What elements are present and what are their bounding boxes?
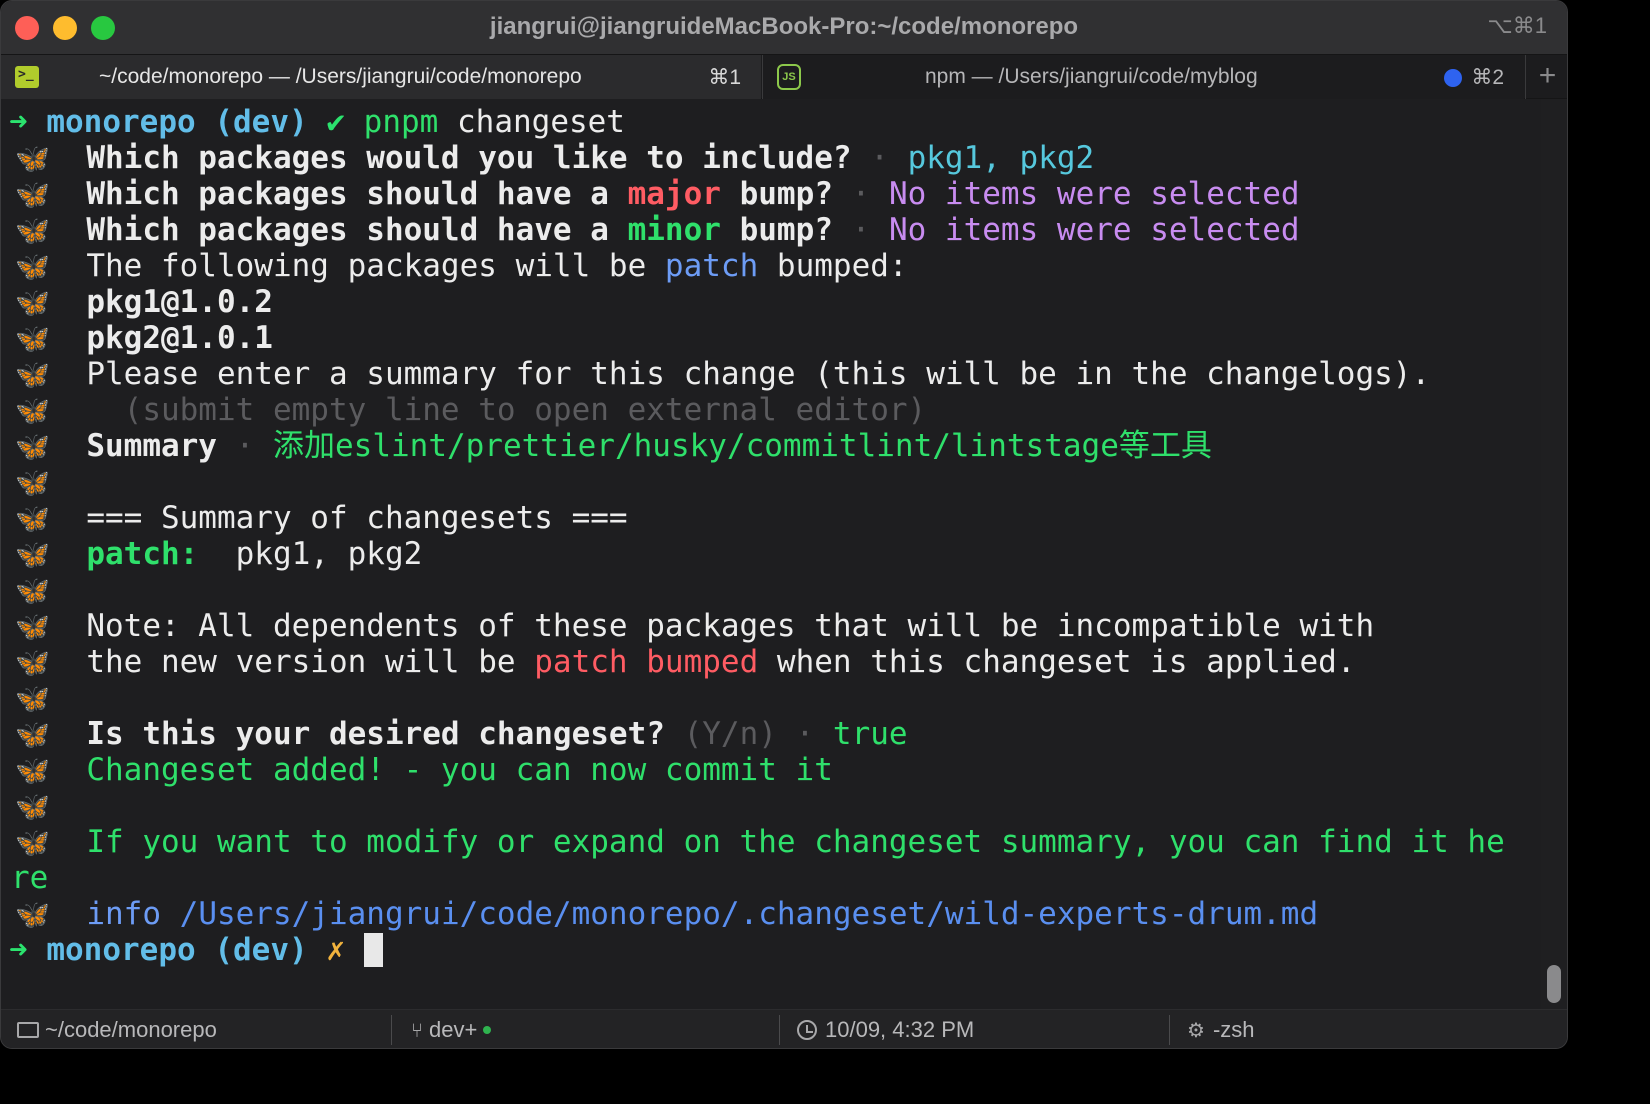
output-line: 🦋 info /Users/jiangrui/code/monorepo/.ch… (15, 896, 1319, 932)
butterfly-icon: 🦋 (15, 142, 50, 175)
output-line: 🦋 Which packages should have a minor bum… (15, 212, 1300, 248)
status-git-branch[interactable]: ⑂ dev+ (411, 1017, 492, 1043)
butterfly-icon: 🦋 (15, 826, 50, 859)
new-tab-button[interactable]: + (1525, 55, 1567, 100)
window-title: jiangrui@jiangruideMacBook-Pro:~/code/mo… (489, 13, 1079, 40)
output-line: re (11, 860, 49, 896)
terminal-icon (15, 66, 39, 88)
output-line: 🦋 Which packages should have a major bum… (15, 176, 1300, 212)
butterfly-icon: 🦋 (15, 574, 50, 607)
output-line: 🦋 (15, 680, 50, 716)
status-divider (1169, 1015, 1170, 1045)
output-line: 🦋 Note: All dependents of these packages… (15, 608, 1375, 644)
butterfly-icon: 🦋 (15, 286, 50, 319)
butterfly-icon: 🦋 (15, 790, 50, 823)
tab-monorepo[interactable]: ~/code/monorepo — /Users/jiangrui/code/m… (1, 55, 761, 100)
output-line: 🦋 (15, 788, 50, 824)
status-cwd[interactable]: ~/code/monorepo (17, 1017, 217, 1043)
prompt-line: ➜ monorepo (dev) ✗ (9, 932, 383, 968)
butterfly-icon: 🦋 (15, 682, 50, 715)
output-line: 🦋 the new version will be patch bumped w… (15, 644, 1356, 680)
process-icon: ⚙ (1187, 1020, 1205, 1042)
text-cursor (363, 933, 383, 967)
butterfly-icon: 🦋 (15, 898, 50, 931)
output-line: 🦋 The following packages will be patch b… (15, 248, 908, 284)
nodejs-icon: JS (777, 64, 801, 90)
status-bar: ~/code/monorepo ⑂ dev+ 10/09, 4:32 PM ⚙ -z… (1, 1009, 1567, 1048)
butterfly-icon: 🦋 (15, 466, 50, 499)
output-line: 🦋 Changeset added! - you can now commit … (15, 752, 833, 788)
butterfly-icon: 🦋 (15, 214, 50, 247)
prompt-line: ➜ monorepo (dev) ✔ pnpm changeset (9, 104, 625, 140)
status-divider (391, 1015, 392, 1045)
butterfly-icon: 🦋 (15, 178, 50, 211)
output-line: 🦋 (submit empty line to open external ed… (15, 392, 927, 428)
output-line: 🦋 Please enter a summary for this change… (15, 356, 1431, 392)
terminal-window: jiangrui@jiangruideMacBook-Pro:~/code/mo… (0, 0, 1568, 1049)
butterfly-icon: 🦋 (15, 610, 50, 643)
butterfly-icon: 🦋 (15, 718, 50, 751)
output-line: 🦋 (15, 572, 50, 608)
tab-myblog[interactable]: JS npm — /Users/jiangrui/code/myblog ⌘2 (762, 55, 1524, 100)
output-line: 🦋 (15, 464, 50, 500)
butterfly-icon: 🦋 (15, 358, 50, 391)
status-time: 10/09, 4:32 PM (797, 1017, 974, 1043)
output-line: 🦋 pkg2@1.0.1 (15, 320, 273, 356)
status-divider (779, 1015, 780, 1045)
butterfly-icon: 🦋 (15, 250, 50, 283)
butterfly-icon: 🦋 (15, 322, 50, 355)
tab-shortcut: ⌘1 (708, 66, 741, 89)
git-branch-icon: ⑂ (411, 1020, 423, 1042)
butterfly-icon: 🦋 (15, 394, 50, 427)
output-line: 🦋 Summary · 添加eslint/prettier/husky/comm… (15, 428, 1212, 464)
butterfly-icon: 🦋 (15, 502, 50, 535)
output-line: 🦋 pkg1@1.0.2 (15, 284, 273, 320)
output-line: 🦋 patch: pkg1, pkg2 (15, 536, 423, 572)
output-line: 🦋 Which packages would you like to inclu… (15, 140, 1095, 176)
butterfly-icon: 🦋 (15, 754, 50, 787)
scrollbar-thumb[interactable] (1547, 965, 1561, 1003)
clock-icon (797, 1020, 817, 1040)
tab-label: npm — /Users/jiangrui/code/myblog (925, 65, 1258, 88)
tab-label: ~/code/monorepo — /Users/jiangrui/code/m… (99, 65, 582, 88)
output-line: 🦋 Is this your desired changeset? (Y/n) … (15, 716, 908, 752)
git-status-dot (483, 1026, 492, 1034)
butterfly-icon: 🦋 (15, 646, 50, 679)
tab-bar: ~/code/monorepo — /Users/jiangrui/code/m… (1, 54, 1567, 100)
tab-shortcut: ⌘2 (1471, 66, 1504, 89)
terminal-output[interactable]: ➜ monorepo (dev) ✔ pnpm changeset 🦋 Whic… (1, 99, 1541, 1009)
output-line: 🦋 If you want to modify or expand on the… (15, 824, 1505, 860)
status-shell[interactable]: ⚙ -zsh (1187, 1017, 1255, 1043)
output-line: 🦋 === Summary of changesets === (15, 500, 628, 536)
butterfly-icon: 🦋 (15, 430, 50, 463)
window-shortcut: ⌥⌘1 (1487, 13, 1547, 38)
activity-dot-icon (1444, 69, 1462, 87)
title-bar: jiangrui@jiangruideMacBook-Pro:~/code/mo… (1, 1, 1567, 54)
butterfly-icon: 🦋 (15, 538, 50, 571)
folder-icon (17, 1022, 39, 1038)
